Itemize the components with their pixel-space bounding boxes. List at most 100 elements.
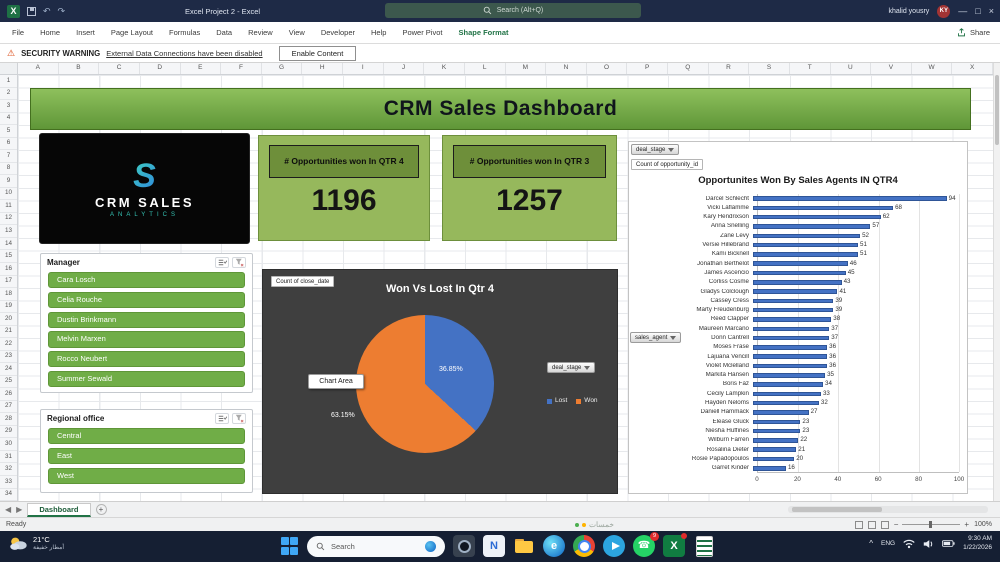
file-explorer-icon[interactable] xyxy=(513,535,535,557)
ribbon-tab-insert[interactable]: Insert xyxy=(68,23,103,42)
row-header-31[interactable]: 31 xyxy=(0,451,17,464)
avatar[interactable]: KY xyxy=(937,4,951,18)
volume-icon[interactable] xyxy=(923,539,934,549)
column-header-I[interactable]: I xyxy=(343,63,384,74)
bar[interactable] xyxy=(753,214,881,220)
multi-select-icon[interactable] xyxy=(215,413,229,424)
slicer-item-cara-losch[interactable]: Cara Losch xyxy=(48,272,245,289)
camera-icon[interactable] xyxy=(453,535,475,557)
column-header-N[interactable]: N xyxy=(546,63,587,74)
column-header-J[interactable]: J xyxy=(384,63,425,74)
column-header-O[interactable]: O xyxy=(587,63,628,74)
bar[interactable] xyxy=(753,233,861,239)
column-header-P[interactable]: P xyxy=(627,63,668,74)
zoom-slider[interactable] xyxy=(902,521,961,528)
bar[interactable] xyxy=(753,428,801,434)
tray-chevron-icon[interactable]: ^ xyxy=(869,539,873,548)
start-button[interactable] xyxy=(280,537,299,556)
legend-item-lost[interactable]: Lost xyxy=(547,397,567,405)
bar-filter-button[interactable]: deal_stage xyxy=(631,144,680,155)
spreadsheet-grid[interactable]: CRM Sales Dashboard S CRM SALES ANALYTIC… xyxy=(18,75,993,501)
ribbon-tab-page-layout[interactable]: Page Layout xyxy=(103,23,161,42)
minimize-button[interactable]: — xyxy=(958,6,967,16)
edge-icon[interactable] xyxy=(543,535,565,557)
column-header-C[interactable]: C xyxy=(99,63,140,74)
account-name[interactable]: khalid yousry xyxy=(888,8,929,15)
enable-content-button[interactable]: Enable Content xyxy=(278,45,357,61)
pie-chart[interactable] xyxy=(356,315,494,453)
row-header-13[interactable]: 13 xyxy=(0,225,17,238)
row-header-17[interactable]: 17 xyxy=(0,276,17,289)
sheet-tab-dashboard[interactable]: Dashboard xyxy=(27,502,91,517)
bar[interactable] xyxy=(753,326,830,332)
bar[interactable] xyxy=(753,261,848,266)
add-sheet-button[interactable]: + xyxy=(95,504,107,515)
column-header-K[interactable]: K xyxy=(424,63,465,74)
redo-icon[interactable]: ↷ xyxy=(58,6,66,16)
column-header-D[interactable]: D xyxy=(140,63,181,74)
legend-item-won[interactable]: Won xyxy=(576,397,598,405)
bar[interactable] xyxy=(753,400,819,406)
sheet-nav-right-icon[interactable]: ▶ xyxy=(16,505,22,514)
maximize-button[interactable]: □ xyxy=(975,6,980,16)
ribbon-tab-shape-format[interactable]: Shape Format xyxy=(450,23,516,42)
bar[interactable] xyxy=(753,447,797,452)
slicer-item-dustin-brinkmann[interactable]: Dustin Brinkmann xyxy=(48,311,245,328)
row-header-7[interactable]: 7 xyxy=(0,150,17,163)
zoom-in-icon[interactable]: + xyxy=(964,520,969,529)
row-header-29[interactable]: 29 xyxy=(0,426,17,439)
ribbon-tab-review[interactable]: Review xyxy=(240,23,281,42)
bar-axis-field-button[interactable]: sales_agent xyxy=(630,332,682,343)
weather-widget[interactable]: 21°C أمطار خفيفة xyxy=(8,535,64,552)
clock[interactable]: 9:30 AM 1/22/2026 xyxy=(963,535,992,553)
column-header-S[interactable]: S xyxy=(749,63,790,74)
row-header-22[interactable]: 22 xyxy=(0,338,17,351)
ribbon-tab-data[interactable]: Data xyxy=(208,23,240,42)
bar[interactable] xyxy=(753,391,821,397)
bar[interactable] xyxy=(753,224,871,229)
slicer-item-central[interactable]: Central xyxy=(48,428,245,445)
row-header-2[interactable]: 2 xyxy=(0,88,17,101)
zoom-knob[interactable] xyxy=(929,521,933,528)
row-header-5[interactable]: 5 xyxy=(0,125,17,138)
row-header-32[interactable]: 32 xyxy=(0,463,17,476)
whatsapp-icon[interactable]: 9 xyxy=(633,532,659,557)
row-header-21[interactable]: 21 xyxy=(0,326,17,339)
row-header-16[interactable]: 16 xyxy=(0,263,17,276)
column-header-G[interactable]: G xyxy=(262,63,303,74)
bar[interactable] xyxy=(753,196,947,201)
row-header-6[interactable]: 6 xyxy=(0,138,17,151)
undo-icon[interactable]: ↶ xyxy=(43,6,51,16)
titlebar-search-box[interactable]: Search (Alt+Q) xyxy=(385,3,641,18)
bar[interactable] xyxy=(753,345,828,350)
security-warning-message[interactable]: External Data Connections have been disa… xyxy=(106,49,262,58)
taskbar-search[interactable]: Search xyxy=(307,535,445,557)
bar[interactable] xyxy=(753,317,832,322)
bar[interactable] xyxy=(753,252,859,257)
bar[interactable] xyxy=(753,410,809,415)
column-header-V[interactable]: V xyxy=(871,63,912,74)
bar[interactable] xyxy=(753,289,838,294)
bar[interactable] xyxy=(753,298,834,304)
excel-file-icon[interactable] xyxy=(693,535,715,557)
bar[interactable] xyxy=(753,354,828,359)
row-header-12[interactable]: 12 xyxy=(0,213,17,226)
bar[interactable] xyxy=(753,438,799,443)
row-header-9[interactable]: 9 xyxy=(0,175,17,188)
column-header-A[interactable]: A xyxy=(18,63,59,74)
column-header-Q[interactable]: Q xyxy=(668,63,709,74)
slicer-item-melvin-marxen[interactable]: Melvin Marxen xyxy=(48,331,245,348)
column-header-L[interactable]: L xyxy=(465,63,506,74)
scrollbar-thumb[interactable] xyxy=(995,75,999,145)
row-header-30[interactable]: 30 xyxy=(0,438,17,451)
ribbon-tab-power-pivot[interactable]: Power Pivot xyxy=(394,23,450,42)
column-header-X[interactable]: X xyxy=(952,63,993,74)
column-header-W[interactable]: W xyxy=(912,63,953,74)
row-header-1[interactable]: 1 xyxy=(0,75,17,88)
clear-filter-icon[interactable] xyxy=(232,413,246,424)
bar[interactable] xyxy=(753,335,830,341)
ribbon-tab-file[interactable]: File xyxy=(4,23,32,42)
wifi-icon[interactable] xyxy=(903,539,915,549)
save-icon[interactable] xyxy=(27,6,36,16)
slicer-item-west[interactable]: West xyxy=(48,467,245,484)
